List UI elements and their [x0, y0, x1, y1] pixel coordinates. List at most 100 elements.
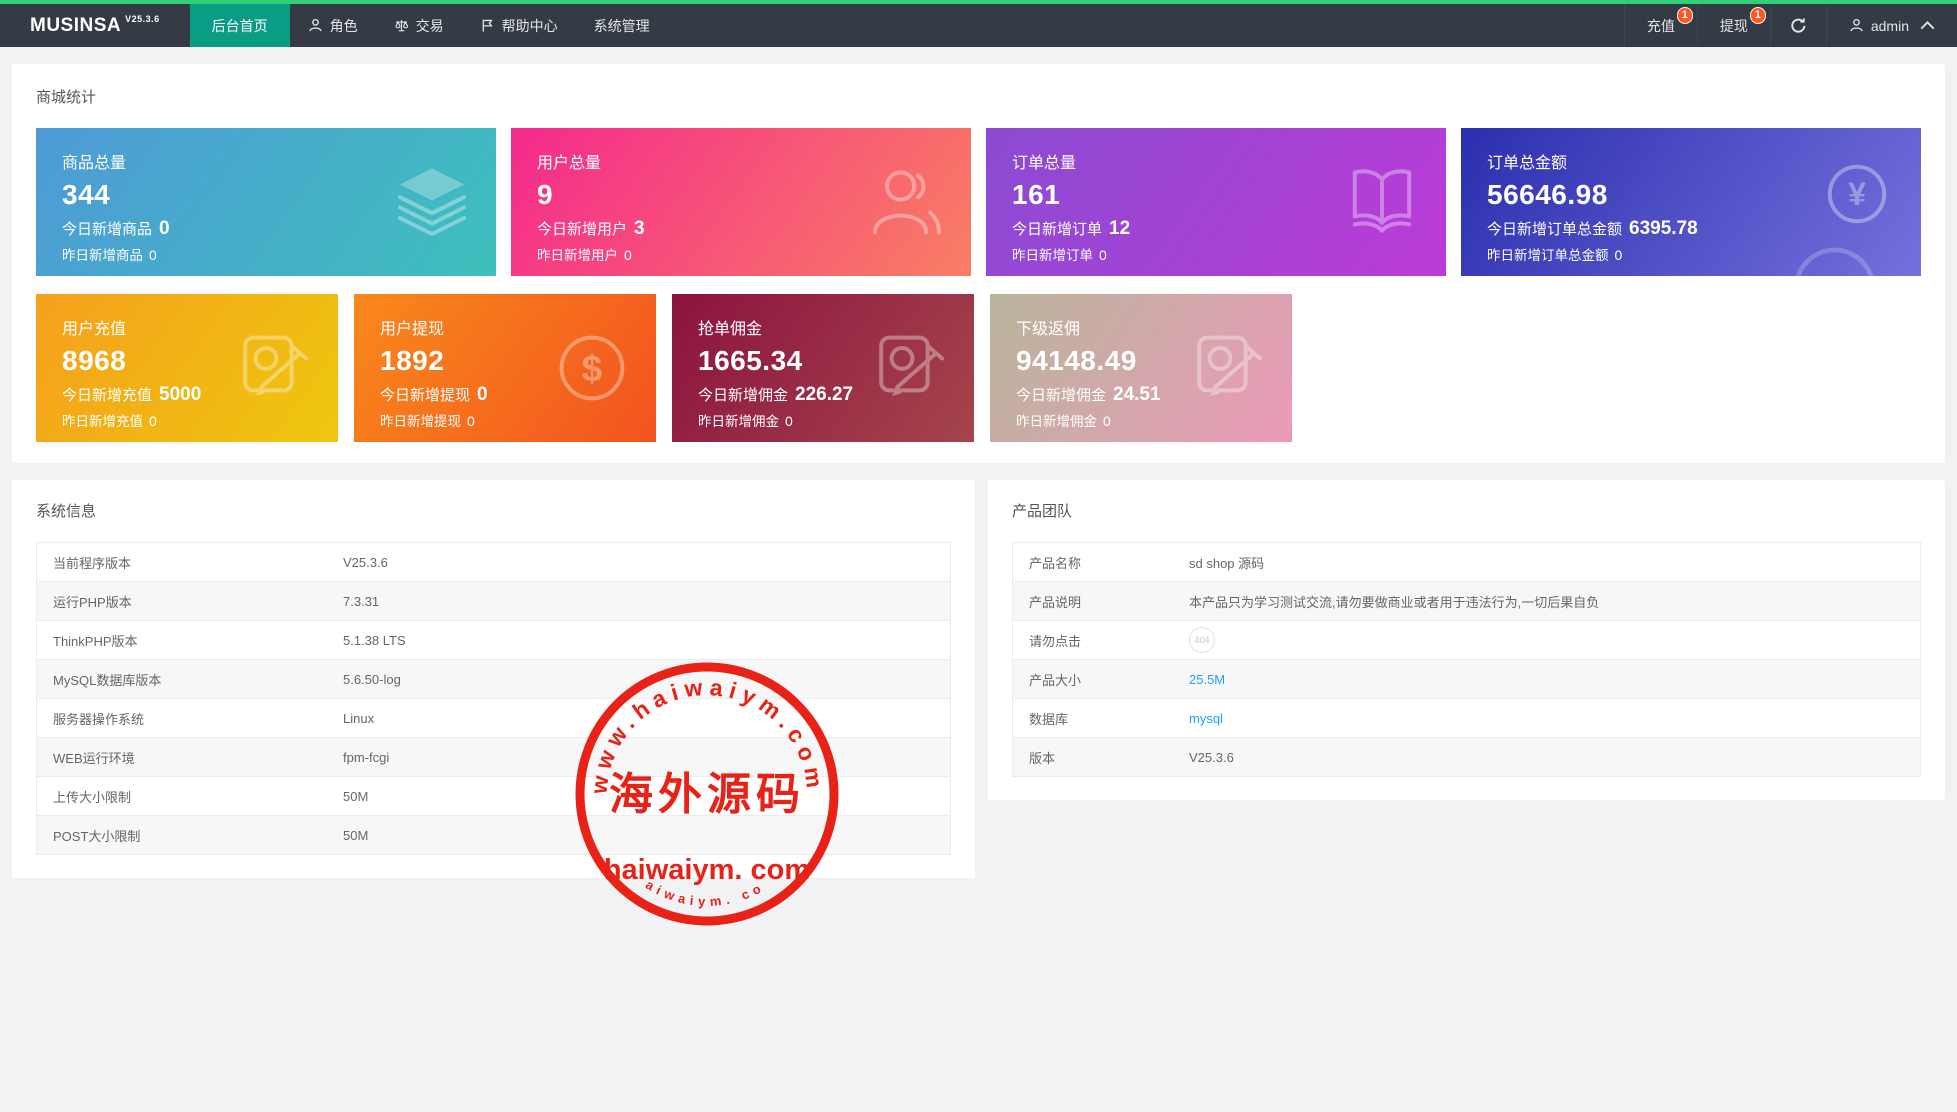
- card-today-label: 今日新增商品: [62, 221, 152, 238]
- stat-cards-row2: 用户充值8968今日新增充值5000昨日新增充值0用户提现1892今日新增提现0…: [36, 294, 1921, 442]
- row-value: 5.6.50-log: [327, 660, 951, 699]
- row-label: 产品名称: [1013, 543, 1174, 582]
- card-yesterday-line: 昨日新增订单0: [1012, 248, 1446, 264]
- card-today-label: 今日新增用户: [537, 221, 627, 238]
- card-today-label: 今日新增佣金: [1016, 387, 1106, 404]
- refresh-icon: [1790, 17, 1807, 34]
- table-row: 服务器操作系统Linux: [37, 699, 951, 738]
- user-icon: [867, 162, 947, 242]
- yen-icon: ¥: [1817, 162, 1897, 242]
- row-label: MySQL数据库版本: [37, 660, 328, 699]
- card-yesterday-line: 昨日新增提现0: [380, 414, 656, 430]
- row-value: 404: [1173, 621, 1921, 660]
- row-value: 25.5M: [1173, 660, 1921, 699]
- row-label: WEB运行环境: [37, 738, 328, 777]
- card-today-value: 24.51: [1113, 384, 1161, 405]
- row-label: 版本: [1013, 738, 1174, 777]
- table-row: 产品说明本产品只为学习测试交流,请勿要做商业或者用于违法行为,一切后果自负: [1013, 582, 1921, 621]
- withdraw-button[interactable]: 提现 1: [1697, 4, 1770, 47]
- svg-text:$: $: [582, 348, 602, 389]
- nav-item-system-admin[interactable]: 系统管理: [576, 4, 668, 47]
- card-today-value: 0: [477, 384, 488, 405]
- row-value: 5.1.38 LTS: [327, 621, 951, 660]
- refresh-button[interactable]: [1770, 4, 1826, 47]
- card-today-label: 今日新增充值: [62, 387, 152, 404]
- card-today-label: 今日新增佣金: [698, 387, 788, 404]
- row-value: 本产品只为学习测试交流,请勿要做商业或者用于违法行为,一切后果自负: [1173, 582, 1921, 621]
- row-value: mysql: [1173, 699, 1921, 738]
- nav-item-roles[interactable]: 角色: [290, 4, 376, 47]
- stat-card-grab-commission: 抢单佣金1665.34今日新增佣金226.27昨日新增佣金0: [672, 294, 974, 442]
- card-yesterday-label: 昨日新增佣金: [698, 414, 779, 429]
- table-row: 产品大小 25.5M: [1013, 660, 1921, 699]
- nav-item-help-center[interactable]: 帮助中心: [462, 4, 576, 47]
- stat-cards-row1: 商品总量344今日新增商品0昨日新增商品0用户总量9今日新增用户3昨日新增用户0…: [36, 128, 1921, 276]
- mall-stats-panel: 商城统计 商品总量344今日新增商品0昨日新增商品0用户总量9今日新增用户3昨日…: [12, 64, 1945, 463]
- nav-item-label: 交易: [416, 16, 444, 36]
- table-row: POST大小限制50M: [37, 816, 951, 855]
- stat-card-orders-total: 订单总量161今日新增订单12昨日新增订单0: [986, 128, 1446, 276]
- card-yesterday-line: 昨日新增用户0: [537, 248, 971, 264]
- chevron-up-icon: [1920, 18, 1935, 33]
- flag-icon: [480, 18, 495, 33]
- nav-item-label: 系统管理: [594, 16, 650, 36]
- not-click-badge[interactable]: 404: [1189, 627, 1215, 653]
- card-yesterday-label: 昨日新增用户: [537, 248, 618, 263]
- product-team-table: 产品名称sd shop 源码产品说明本产品只为学习测试交流,请勿要做商业或者用于…: [1012, 542, 1921, 777]
- row-label: 产品大小: [1013, 660, 1174, 699]
- row-label: 请勿点击: [1013, 621, 1174, 660]
- stat-card-users-total: 用户总量9今日新增用户3昨日新增用户0: [511, 128, 971, 276]
- brand-logo[interactable]: MUSINSA V25.3.6: [0, 4, 190, 47]
- stat-card-sub-rebate: 下级返佣94148.49今日新增佣金24.51昨日新增佣金0: [990, 294, 1292, 442]
- withdraw-label: 提现: [1720, 16, 1748, 36]
- scales-icon: [394, 18, 409, 33]
- table-row: ThinkPHP版本5.1.38 LTS: [37, 621, 951, 660]
- table-row: 产品名称sd shop 源码: [1013, 543, 1921, 582]
- card-yesterday-line: 昨日新增商品0: [62, 248, 496, 264]
- navbar-right-group: 充值 1 提现 1 admin: [1624, 4, 1957, 47]
- recharge-button[interactable]: 充值 1: [1624, 4, 1697, 47]
- docpen-icon: [234, 328, 314, 408]
- row-label: 数据库: [1013, 699, 1174, 738]
- row-value: 50M: [327, 816, 951, 855]
- username: admin: [1871, 18, 1909, 34]
- row-label: ThinkPHP版本: [37, 621, 328, 660]
- stat-card-order-amount-total: 订单总金额56646.98今日新增订单总金额6395.78昨日新增订单总金额0¥: [1461, 128, 1921, 276]
- section-title-mall-stats: 商城统计: [36, 86, 1921, 107]
- row-value: Linux: [327, 699, 951, 738]
- row-value: V25.3.6: [327, 543, 951, 582]
- card-yesterday-value: 0: [1615, 247, 1623, 263]
- card-yesterday-value: 0: [785, 413, 793, 429]
- nav-item-label: 帮助中心: [502, 16, 558, 36]
- svg-text:¥: ¥: [1848, 176, 1866, 212]
- card-today-label: 今日新增提现: [380, 387, 470, 404]
- system-info-panel: 系统信息 当前程序版本V25.3.6运行PHP版本7.3.31ThinkPHP版…: [12, 480, 975, 878]
- row-value: sd shop 源码: [1173, 543, 1921, 582]
- section-title-product-team: 产品团队: [1012, 500, 1921, 521]
- row-value: V25.3.6: [1173, 738, 1921, 777]
- nav-item-dashboard[interactable]: 后台首页: [190, 4, 290, 47]
- nav-item-trade[interactable]: 交易: [376, 4, 462, 47]
- nav-item-label: 后台首页: [212, 16, 268, 36]
- stat-card-user-recharge: 用户充值8968今日新增充值5000昨日新增充值0: [36, 294, 338, 442]
- brand-name: MUSINSA: [30, 15, 121, 37]
- card-yesterday-line: 昨日新增佣金 0: [698, 414, 974, 430]
- card-today-value: 12: [1109, 218, 1130, 239]
- row-value-link[interactable]: mysql: [1189, 711, 1223, 726]
- row-value-link[interactable]: 25.5M: [1189, 672, 1225, 687]
- card-today-value: 3: [634, 218, 645, 239]
- withdraw-badge[interactable]: 1: [1750, 7, 1766, 24]
- user-menu[interactable]: admin: [1826, 4, 1957, 47]
- card-yesterday-value: 0: [467, 413, 475, 429]
- docpen-icon: [870, 328, 950, 408]
- person-icon: [1849, 18, 1864, 33]
- recharge-badge[interactable]: 1: [1677, 7, 1693, 24]
- stat-card-goods-total: 商品总量344今日新增商品0昨日新增商品0: [36, 128, 496, 276]
- row-value: 50M: [327, 777, 951, 816]
- row-label: 运行PHP版本: [37, 582, 328, 621]
- table-row: 当前程序版本V25.3.6: [37, 543, 951, 582]
- card-yesterday-label: 昨日新增订单: [1012, 248, 1093, 263]
- card-today-label: 今日新增订单: [1012, 221, 1102, 238]
- brand-version: V25.3.6: [125, 14, 160, 24]
- card-yesterday-value: 0: [149, 413, 157, 429]
